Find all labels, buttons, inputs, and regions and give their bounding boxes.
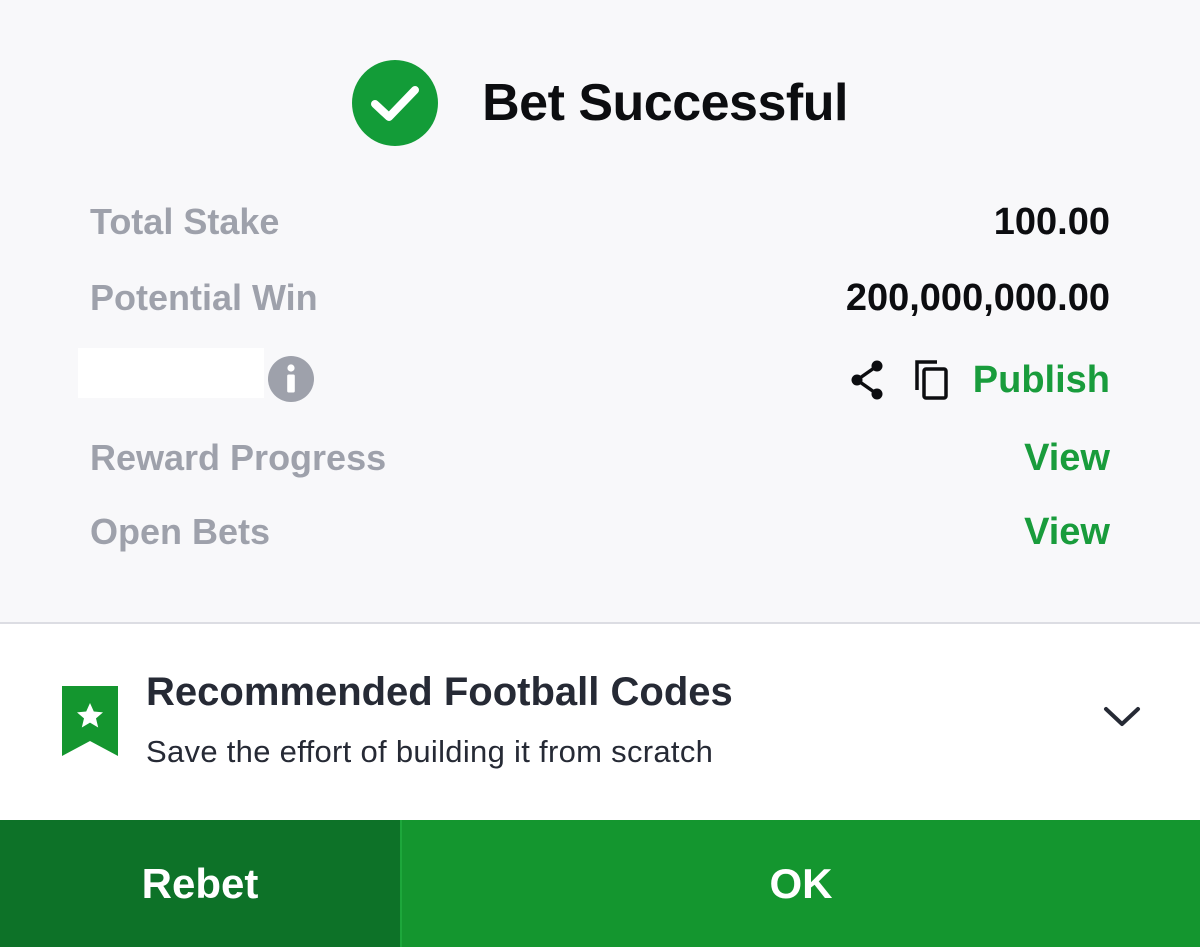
page-title: Bet Successful xyxy=(482,74,848,132)
bookmark-star-icon xyxy=(62,686,118,761)
reward-progress-view-link[interactable]: View xyxy=(1024,437,1110,480)
potential-win-value: 200,000,000.00 xyxy=(845,276,1110,319)
footer-actions: Rebet OK xyxy=(0,820,1200,947)
copy-icon[interactable] xyxy=(913,358,951,402)
redacted-booking-label xyxy=(78,348,264,398)
open-bets-view-link[interactable]: View xyxy=(1024,511,1110,554)
open-bets-label: Open Bets xyxy=(90,511,271,552)
potential-win-label: Potential Win xyxy=(90,277,318,318)
rebet-button[interactable]: Rebet xyxy=(0,820,400,947)
check-circle-icon xyxy=(352,60,439,146)
share-icon[interactable] xyxy=(847,358,887,402)
potential-win-row: Potential Win 200,000,000.00 xyxy=(90,268,1110,328)
total-stake-value: 100.00 xyxy=(993,200,1110,243)
success-header: Bet Successful xyxy=(0,58,1200,148)
recommended-codes-subtitle: Save the effort of building it from scra… xyxy=(146,734,714,769)
chevron-down-icon[interactable] xyxy=(1102,704,1142,735)
reward-progress-label: Reward Progress xyxy=(90,437,387,478)
publish-group: Publish xyxy=(847,350,1110,410)
ok-button[interactable]: OK xyxy=(400,820,1200,947)
total-stake-row: Total Stake 100.00 xyxy=(90,192,1110,252)
info-icon[interactable] xyxy=(268,356,314,402)
recommended-codes-panel[interactable]: Recommended Football Codes Save the effo… xyxy=(0,624,1200,820)
recommended-codes-title: Recommended Football Codes xyxy=(146,670,733,714)
total-stake-label: Total Stake xyxy=(90,201,280,242)
open-bets-row: Open Bets View xyxy=(90,502,1110,562)
reward-progress-row: Reward Progress View xyxy=(90,428,1110,488)
publish-link[interactable]: Publish xyxy=(973,359,1110,402)
